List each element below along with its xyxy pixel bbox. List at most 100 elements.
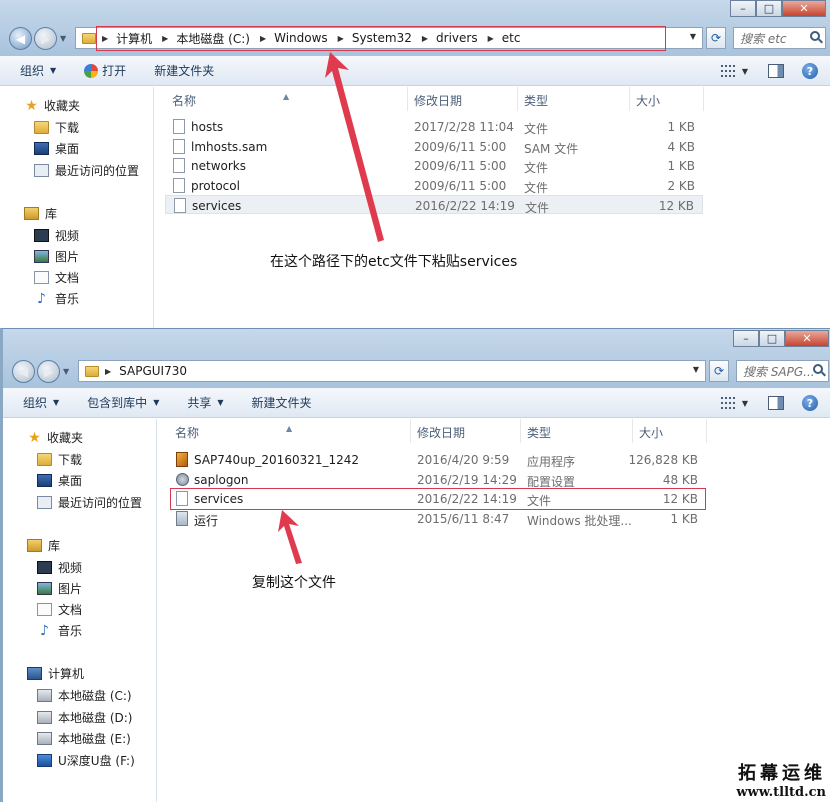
history-dropdown-icon[interactable]: ▼ [60, 34, 66, 43]
file-row-run[interactable]: 运行 2015/6/11 8:47 Windows 批处理... 1 KB [168, 509, 706, 528]
sidebar-item-favorites[interactable]: ★ 收藏夹 [27, 429, 83, 446]
sidebar-item-drive-f[interactable]: U深度U盘 (F:) [37, 752, 135, 769]
breadcrumb-drive-c[interactable]: 本地磁盘 (C:) [176, 30, 250, 47]
file-row-services[interactable]: services 2016/2/22 14:19 文件 12 KB [165, 195, 703, 215]
include-in-library-button[interactable]: 包含到库中 ▼ [87, 394, 159, 411]
chevron-right-icon[interactable]: ▶ [162, 34, 168, 43]
column-header-size[interactable]: 大小 [639, 424, 663, 441]
open-button[interactable]: 打开 [84, 62, 126, 79]
column-header-size[interactable]: 大小 [636, 92, 660, 109]
back-button[interactable]: ◀ [12, 360, 35, 383]
sidebar-item-documents[interactable]: 文档 [34, 269, 79, 286]
search-icon[interactable] [813, 364, 823, 374]
close-button[interactable]: ✕ [785, 330, 829, 347]
breadcrumb-etc[interactable]: etc [502, 31, 521, 45]
help-button[interactable]: ? [800, 394, 820, 412]
back-button[interactable]: ◀ [9, 27, 32, 50]
refresh-button[interactable]: ⟳ [706, 27, 726, 49]
sidebar-item-videos[interactable]: 视频 [34, 227, 79, 244]
breadcrumb-system32[interactable]: System32 [352, 31, 412, 45]
breadcrumb-computer[interactable]: 计算机 [116, 30, 152, 47]
refresh-button[interactable]: ⟳ [709, 360, 729, 382]
file-name: 运行 [194, 514, 219, 528]
sidebar-item-downloads[interactable]: 下载 [37, 451, 82, 468]
sidebar-item-desktop[interactable]: 桌面 [37, 472, 82, 489]
sidebar-item-recent[interactable]: 最近访问的位置 [34, 162, 139, 179]
sidebar-item-label: 最近访问的位置 [58, 496, 143, 510]
new-folder-label: 新建文件夹 [154, 64, 215, 78]
search-input[interactable]: 搜索 SAPG... [736, 360, 829, 382]
sidebar-item-computer[interactable]: 计算机 [27, 665, 84, 682]
chevron-right-icon[interactable]: ▶ [260, 34, 266, 43]
minimize-button[interactable]: – [733, 330, 759, 347]
forward-button[interactable]: ▶ [34, 27, 57, 50]
library-icon [24, 207, 39, 220]
share-button[interactable]: 共享 ▼ [187, 394, 223, 411]
change-view-button[interactable] [718, 62, 738, 80]
chevron-down-icon: ▼ [153, 398, 160, 407]
sidebar-item-drive-d[interactable]: 本地磁盘 (D:) [37, 709, 132, 726]
sidebar-item-downloads[interactable]: 下载 [34, 119, 79, 136]
column-header-modified[interactable]: 修改日期 [417, 424, 465, 441]
breadcrumb-label: System32 [351, 31, 412, 45]
organize-button[interactable]: 组织 ▼ [20, 62, 56, 79]
breadcrumb-sapgui730[interactable]: SAPGUI730 [119, 364, 187, 378]
maximize-button[interactable]: □ [759, 330, 785, 347]
chevron-right-icon[interactable]: ▶ [488, 34, 494, 43]
history-dropdown-icon[interactable]: ▼ [63, 367, 69, 376]
breadcrumb-drivers[interactable]: drivers [436, 31, 478, 45]
file-row-lmhosts[interactable]: lmhosts.sam 2009/6/11 5:00 SAM 文件 4 KB [165, 137, 703, 156]
maximize-button[interactable]: □ [756, 0, 782, 17]
preview-pane-button[interactable] [766, 394, 786, 412]
address-dropdown-icon[interactable]: ▼ [693, 365, 699, 374]
sidebar-item-music[interactable]: ♪ 音乐 [37, 622, 82, 639]
sidebar-item-pictures[interactable]: 图片 [34, 248, 79, 265]
column-header-modified[interactable]: 修改日期 [414, 92, 462, 109]
file-row-protocol[interactable]: protocol 2009/6/11 5:00 文件 2 KB [165, 176, 703, 195]
sidebar-item-pictures[interactable]: 图片 [37, 580, 82, 597]
sidebar-item-videos[interactable]: 视频 [37, 559, 82, 576]
column-header-type[interactable]: 类型 [524, 92, 548, 109]
sidebar-item-recent[interactable]: 最近访问的位置 [37, 494, 142, 511]
change-view-button[interactable] [718, 394, 738, 412]
sidebar-item-drive-e[interactable]: 本地磁盘 (E:) [37, 730, 131, 747]
sidebar-item-libraries[interactable]: 库 [24, 205, 57, 222]
file-row-hosts[interactable]: hosts 2017/2/28 11:04 文件 1 KB [165, 117, 703, 136]
address-bar[interactable]: ▶ 计算机 ▶ 本地磁盘 (C:) ▶ Windows ▶ System32 ▶… [75, 27, 703, 49]
breadcrumb-windows[interactable]: Windows [274, 31, 328, 45]
sidebar-item-favorites[interactable]: ★ 收藏夹 [24, 97, 80, 114]
sidebar-item-libraries[interactable]: 库 [27, 537, 60, 554]
chevron-right-icon[interactable]: ▶ [102, 34, 108, 43]
new-folder-button[interactable]: 新建文件夹 [154, 62, 214, 79]
sidebar-item-music[interactable]: ♪ 音乐 [34, 290, 79, 307]
file-row-sap740up[interactable]: SAP740up_20160321_1242 2016/4/20 9:59 应用… [168, 450, 706, 469]
minimize-button[interactable]: – [730, 0, 756, 17]
column-header-name[interactable]: 名称 [175, 424, 199, 441]
chevron-right-icon[interactable]: ▶ [422, 34, 428, 43]
forward-button[interactable]: ▶ [37, 360, 60, 383]
new-folder-label: 新建文件夹 [251, 396, 312, 410]
file-row-networks[interactable]: networks 2009/6/11 5:00 文件 1 KB [165, 156, 703, 175]
address-dropdown-icon[interactable]: ▼ [690, 32, 696, 41]
chevron-down-icon[interactable]: ▼ [742, 67, 748, 76]
chevron-down-icon[interactable]: ▼ [742, 399, 748, 408]
explorer-window-etc: – □ ✕ ◀ ▶ ▼ ▶ 计算机 ▶ 本地磁盘 (C:) ▶ Windows … [0, 0, 830, 330]
chevron-right-icon[interactable]: ▶ [338, 34, 344, 43]
search-icon[interactable] [810, 31, 820, 41]
organize-button[interactable]: 组织 ▼ [23, 394, 59, 411]
close-button[interactable]: ✕ [782, 0, 826, 17]
new-folder-button[interactable]: 新建文件夹 [252, 394, 312, 411]
sidebar-item-desktop[interactable]: 桌面 [34, 140, 79, 157]
help-button[interactable]: ? [800, 62, 820, 80]
file-row-services[interactable]: services 2016/2/22 14:19 文件 12 KB [168, 489, 706, 508]
column-header-type[interactable]: 类型 [527, 424, 551, 441]
sidebar-item-drive-c[interactable]: 本地磁盘 (C:) [37, 687, 132, 704]
file-name: services [194, 492, 244, 506]
column-header-name[interactable]: 名称 [172, 92, 196, 109]
sidebar-item-documents[interactable]: 文档 [37, 601, 82, 618]
file-row-saplogon[interactable]: saplogon 2016/2/19 14:29 配置设置 48 KB [168, 470, 706, 489]
chevron-right-icon[interactable]: ▶ [105, 367, 111, 376]
address-bar[interactable]: ▶ SAPGUI730 ▼ [78, 360, 706, 382]
search-input[interactable]: 搜索 etc [733, 27, 826, 49]
preview-pane-button[interactable] [766, 62, 786, 80]
